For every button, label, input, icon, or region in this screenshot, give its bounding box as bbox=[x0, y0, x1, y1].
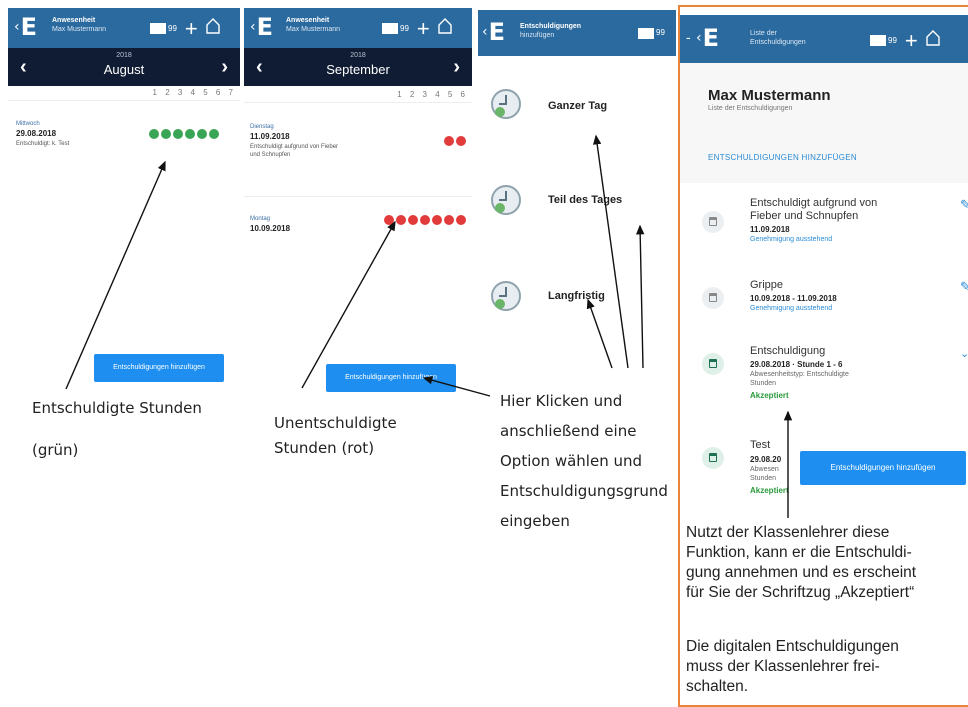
arrow bbox=[586, 298, 613, 369]
arrow bbox=[592, 134, 629, 369]
arrow bbox=[65, 160, 166, 390]
arrow bbox=[301, 220, 396, 389]
arrow bbox=[635, 224, 645, 369]
arrow bbox=[422, 376, 491, 397]
annotation-arrows bbox=[65, 134, 793, 518]
